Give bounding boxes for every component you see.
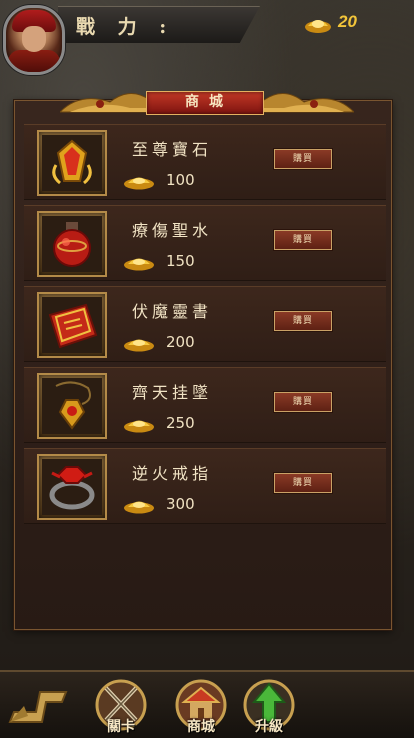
buy-button[interactable]: 購買 bbox=[274, 311, 332, 331]
item-price: 250 bbox=[166, 414, 195, 432]
item-price: 150 bbox=[166, 252, 195, 270]
buy-button[interactable]: 購買 bbox=[274, 230, 332, 250]
item-name: 至尊寶石 bbox=[132, 140, 213, 159]
gold-ingot-icon bbox=[124, 177, 154, 190]
gold-ingot-icon bbox=[305, 20, 331, 33]
buy-button[interactable]: 購買 bbox=[274, 473, 332, 493]
gold-ingot-icon bbox=[124, 258, 154, 271]
item-name: 齊天挂墜 bbox=[132, 383, 213, 402]
nav-label-shop: 商城 bbox=[187, 719, 215, 735]
top-bar: 戰 力 : 20 bbox=[0, 0, 414, 80]
shop-item-row: 逆火戒指 300 購買 bbox=[24, 448, 386, 524]
item-price: 300 bbox=[166, 495, 195, 513]
nav-label-upgrade: 升級 bbox=[255, 719, 283, 735]
shop-item-row: 伏魔靈書 200 購買 bbox=[24, 286, 386, 362]
nav-label-stage: 關卡 bbox=[107, 719, 135, 735]
item-name: 療傷聖水 bbox=[132, 221, 213, 240]
gold-ingot-icon bbox=[124, 339, 154, 352]
buy-button[interactable]: 購買 bbox=[274, 392, 332, 412]
buy-button[interactable]: 購買 bbox=[274, 149, 332, 169]
potion-icon bbox=[37, 211, 107, 277]
item-price: 200 bbox=[166, 333, 195, 351]
shop-item-row: 至尊寶石 100 購買 bbox=[24, 124, 386, 200]
item-name: 伏魔靈書 bbox=[132, 302, 213, 321]
pendant-icon bbox=[37, 373, 107, 439]
item-price: 100 bbox=[166, 171, 195, 189]
shop-item-row: 齊天挂墜 250 購買 bbox=[24, 367, 386, 443]
back-arrow-icon[interactable] bbox=[6, 672, 72, 730]
gold-count: 20 bbox=[338, 12, 357, 31]
player-avatar[interactable] bbox=[3, 5, 65, 75]
ring-icon bbox=[37, 454, 107, 520]
shop-title: 商城 bbox=[185, 94, 233, 110]
gold-ingot-icon bbox=[124, 420, 154, 433]
power-label: 戰 力 : bbox=[76, 16, 175, 38]
shop-item-row: 療傷聖水 150 購買 bbox=[24, 205, 386, 281]
gold-ingot-icon bbox=[124, 501, 154, 514]
gem-icon bbox=[37, 130, 107, 196]
book-icon bbox=[37, 292, 107, 358]
item-name: 逆火戒指 bbox=[132, 464, 213, 483]
